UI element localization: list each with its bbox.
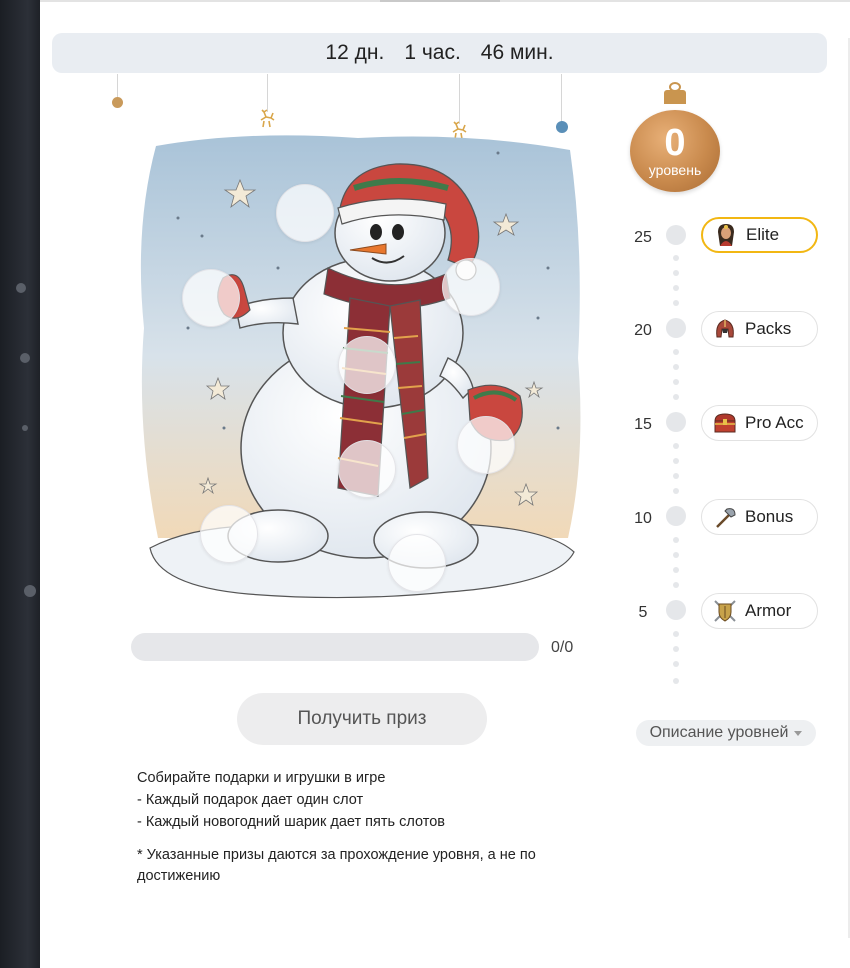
progress-bar xyxy=(131,633,539,661)
ornament-string xyxy=(561,74,562,122)
level-marker xyxy=(666,506,686,526)
top-tab-indicator xyxy=(380,0,500,2)
levels-description-label: Описание уровней xyxy=(649,724,789,741)
ornament-string xyxy=(459,74,460,124)
collectible-ball[interactable] xyxy=(276,184,334,242)
level-label: уровень xyxy=(648,162,702,178)
countdown-timer: 12 дн. 1 час. 46 мин. xyxy=(52,33,827,73)
collectible-ball[interactable] xyxy=(388,534,446,592)
timer-hours: 1 час. xyxy=(404,41,461,64)
level-marker xyxy=(666,225,686,245)
levels-description-dropdown[interactable]: Описание уровней xyxy=(636,720,816,746)
chevron-down-icon xyxy=(794,730,803,736)
info-line: Собирайте подарки и игрушки в игре xyxy=(137,770,386,786)
collectible-ball[interactable] xyxy=(200,505,258,563)
level-number: 20 xyxy=(634,322,652,339)
reward-label: Armor xyxy=(745,601,792,620)
reward-label: Elite xyxy=(746,225,780,244)
level-number: 25 xyxy=(634,229,652,246)
collectible-ball[interactable] xyxy=(338,336,396,394)
progress-text: 0/0 xyxy=(551,639,574,656)
collectible-ball[interactable] xyxy=(457,416,515,474)
snowman-illustration xyxy=(128,128,590,600)
info-line: - Каждый новогодний шарик дает пять слот… xyxy=(137,814,445,830)
reward-bonus[interactable]: Bonus xyxy=(701,499,818,535)
level-value: 0 xyxy=(664,122,686,164)
ornament-string xyxy=(117,74,118,98)
info-line: - Каждый подарок дает один слот xyxy=(137,792,364,808)
timer-days: 12 дн. xyxy=(325,41,385,64)
collectible-ball[interactable] xyxy=(442,258,500,316)
reindeer-ornament-icon xyxy=(260,109,275,128)
collectible-ball[interactable] xyxy=(182,269,240,327)
helmet-icon xyxy=(712,316,738,342)
level-number: 15 xyxy=(634,416,652,433)
ornament-cap xyxy=(664,90,686,104)
reward-label: Packs xyxy=(745,319,792,338)
timer-minutes: 46 мин. xyxy=(480,41,554,64)
collectible-ball[interactable] xyxy=(338,440,396,498)
reward-packs[interactable]: Packs xyxy=(701,311,818,347)
reward-armor[interactable]: Armor xyxy=(701,593,818,629)
reward-elite[interactable]: Elite xyxy=(701,217,818,253)
treasure-chest-icon xyxy=(712,410,738,436)
shield-swords-icon xyxy=(712,598,738,624)
level-badge: 0 уровень xyxy=(630,110,720,192)
level-number: 5 xyxy=(638,604,648,621)
reward-label: Bonus xyxy=(745,507,794,526)
reward-pro-acc[interactable]: Pro Acc xyxy=(701,405,818,441)
background-panel xyxy=(0,0,40,968)
reward-label: Pro Acc xyxy=(745,413,804,432)
level-marker xyxy=(666,318,686,338)
level-number: 10 xyxy=(634,510,652,527)
level-marker xyxy=(666,412,686,432)
battle-axe-icon xyxy=(712,504,738,530)
ornament-string xyxy=(267,74,268,112)
info-note: * Указанные призы даются за прохождение … xyxy=(137,847,536,884)
claim-prize-button[interactable]: Получить приз xyxy=(237,693,487,745)
gold-ornament-icon xyxy=(112,97,123,108)
info-text: Собирайте подарки и игрушки в игре - Каж… xyxy=(137,767,597,887)
level-marker xyxy=(666,600,686,620)
elite-character-icon xyxy=(713,222,739,248)
